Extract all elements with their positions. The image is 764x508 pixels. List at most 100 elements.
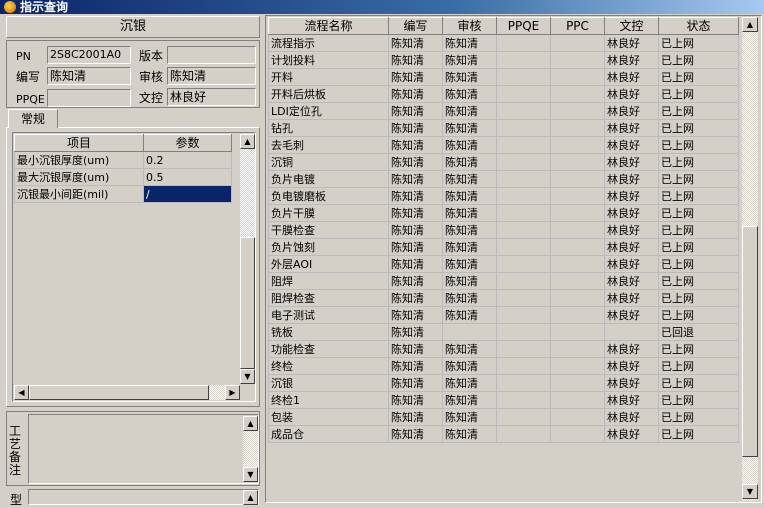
status-cell[interactable]: 已回退	[658, 323, 739, 341]
params-scroll-right-button[interactable]: ▶	[225, 385, 240, 400]
col-header-param[interactable]: 参数	[143, 134, 232, 152]
reviewer-cell[interactable]: 陈知清	[442, 340, 497, 358]
flow-scroll-down-button[interactable]: ▼	[742, 484, 758, 499]
status-cell[interactable]: 已上网	[658, 340, 739, 358]
ppqe-cell[interactable]	[496, 68, 551, 86]
reviewer-cell[interactable]	[442, 323, 497, 341]
flow-row[interactable]: 沉银 陈知清 陈知清 林良好 已上网	[268, 374, 739, 392]
status-cell[interactable]: 已上网	[658, 255, 739, 273]
params-scroll-down-button[interactable]: ▼	[240, 369, 255, 384]
params-scroll-up-button[interactable]: ▲	[240, 134, 255, 149]
ppc-cell[interactable]	[550, 204, 605, 222]
param-row[interactable]: 最大沉银厚度(um) 0.5	[14, 168, 232, 186]
param-value[interactable]: 0.5	[143, 168, 232, 186]
reviewer-cell[interactable]: 陈知清	[442, 187, 497, 205]
ppqe-cell[interactable]	[496, 340, 551, 358]
status-cell[interactable]: 已上网	[658, 272, 739, 290]
ppc-cell[interactable]	[550, 136, 605, 154]
col-header-reviewer[interactable]: 审核	[442, 17, 497, 35]
flow-name-cell[interactable]: 开料后烘板	[268, 85, 389, 103]
param-row[interactable]: 最小沉银厚度(um) 0.2	[14, 151, 232, 169]
flow-name-cell[interactable]: 负片蚀刻	[268, 238, 389, 256]
writer-cell[interactable]: 陈知清	[388, 289, 443, 307]
flow-name-cell[interactable]: 铣板	[268, 323, 389, 341]
status-cell[interactable]: 已上网	[658, 136, 739, 154]
flow-row[interactable]: 阻焊 陈知清 陈知清 林良好 已上网	[268, 272, 739, 290]
reviewer-cell[interactable]: 陈知清	[442, 391, 497, 409]
writer-field[interactable]: 陈知清	[47, 67, 131, 85]
flow-name-cell[interactable]: 流程指示	[268, 34, 389, 52]
ppc-cell[interactable]	[550, 68, 605, 86]
col-header-qc[interactable]: 文控	[604, 17, 659, 35]
reviewer-cell[interactable]: 陈知清	[442, 238, 497, 256]
tab-general[interactable]: 常规	[8, 109, 58, 128]
qc-cell[interactable]: 林良好	[604, 51, 659, 69]
ppc-cell[interactable]	[550, 289, 605, 307]
ppqe-cell[interactable]	[496, 323, 551, 341]
flow-name-cell[interactable]: 包装	[268, 408, 389, 426]
status-cell[interactable]: 已上网	[658, 391, 739, 409]
qc-cell[interactable]: 林良好	[604, 272, 659, 290]
status-cell[interactable]: 已上网	[658, 170, 739, 188]
flow-name-cell[interactable]: 电子测试	[268, 306, 389, 324]
status-cell[interactable]: 已上网	[658, 374, 739, 392]
flow-row[interactable]: LDI定位孔 陈知清 陈知清 林良好 已上网	[268, 102, 739, 120]
ppqe-cell[interactable]	[496, 187, 551, 205]
flow-name-cell[interactable]: 计划投料	[268, 51, 389, 69]
flow-row[interactable]: 负片电镀 陈知清 陈知清 林良好 已上网	[268, 170, 739, 188]
ppqe-cell[interactable]	[496, 272, 551, 290]
status-cell[interactable]: 已上网	[658, 187, 739, 205]
reviewer-cell[interactable]: 陈知清	[442, 68, 497, 86]
ppqe-cell[interactable]	[496, 153, 551, 171]
flow-row[interactable]: 负片干膜 陈知清 陈知清 林良好 已上网	[268, 204, 739, 222]
status-cell[interactable]: 已上网	[658, 68, 739, 86]
ppc-cell[interactable]	[550, 119, 605, 137]
status-cell[interactable]: 已上网	[658, 306, 739, 324]
ppqe-cell[interactable]	[496, 408, 551, 426]
ppqe-cell[interactable]	[496, 374, 551, 392]
writer-cell[interactable]: 陈知清	[388, 425, 443, 443]
qc-cell[interactable]: 林良好	[604, 374, 659, 392]
ppqe-cell[interactable]	[496, 51, 551, 69]
status-cell[interactable]: 已上网	[658, 408, 739, 426]
remarks-textarea[interactable]	[28, 414, 259, 484]
params-scroll-thumb[interactable]	[240, 237, 255, 369]
ppc-cell[interactable]	[550, 102, 605, 120]
qc-cell[interactable]: 林良好	[604, 136, 659, 154]
writer-cell[interactable]: 陈知清	[388, 170, 443, 188]
writer-cell[interactable]: 陈知清	[388, 238, 443, 256]
qc-cell[interactable]: 林良好	[604, 340, 659, 358]
reviewer-cell[interactable]: 陈知清	[442, 272, 497, 290]
remarks-scroll-down-button[interactable]: ▼	[243, 467, 258, 482]
flow-name-cell[interactable]: 终检1	[268, 391, 389, 409]
ppqe-cell[interactable]	[496, 391, 551, 409]
ppqe-cell[interactable]	[496, 119, 551, 137]
flow-name-cell[interactable]: 阻焊检查	[268, 289, 389, 307]
qc-cell[interactable]: 林良好	[604, 357, 659, 375]
col-header-status[interactable]: 状态	[658, 17, 739, 35]
flow-name-cell[interactable]: 沉银	[268, 374, 389, 392]
qc-cell[interactable]: 林良好	[604, 119, 659, 137]
reviewer-cell[interactable]: 陈知清	[442, 425, 497, 443]
reviewer-cell[interactable]: 陈知清	[442, 221, 497, 239]
status-cell[interactable]: 已上网	[658, 221, 739, 239]
flow-row[interactable]: 开料 陈知清 陈知清 林良好 已上网	[268, 68, 739, 86]
writer-cell[interactable]: 陈知清	[388, 340, 443, 358]
reviewer-field[interactable]: 陈知清	[167, 67, 256, 85]
col-header-flow-name[interactable]: 流程名称	[268, 17, 389, 35]
col-header-ppqe[interactable]: PPQE	[496, 17, 551, 35]
flow-name-cell[interactable]: LDI定位孔	[268, 102, 389, 120]
flow-name-cell[interactable]: 开料	[268, 68, 389, 86]
writer-cell[interactable]: 陈知清	[388, 272, 443, 290]
flow-name-cell[interactable]: 负片干膜	[268, 204, 389, 222]
flow-name-cell[interactable]: 功能检查	[268, 340, 389, 358]
flow-row[interactable]: 终检1 陈知清 陈知清 林良好 已上网	[268, 391, 739, 409]
ppqe-cell[interactable]	[496, 204, 551, 222]
status-cell[interactable]: 已上网	[658, 204, 739, 222]
qc-cell[interactable]: 林良好	[604, 102, 659, 120]
flow-name-cell[interactable]: 成品仓	[268, 425, 389, 443]
ppc-cell[interactable]	[550, 238, 605, 256]
ppqe-cell[interactable]	[496, 221, 551, 239]
writer-cell[interactable]: 陈知清	[388, 51, 443, 69]
status-cell[interactable]: 已上网	[658, 119, 739, 137]
